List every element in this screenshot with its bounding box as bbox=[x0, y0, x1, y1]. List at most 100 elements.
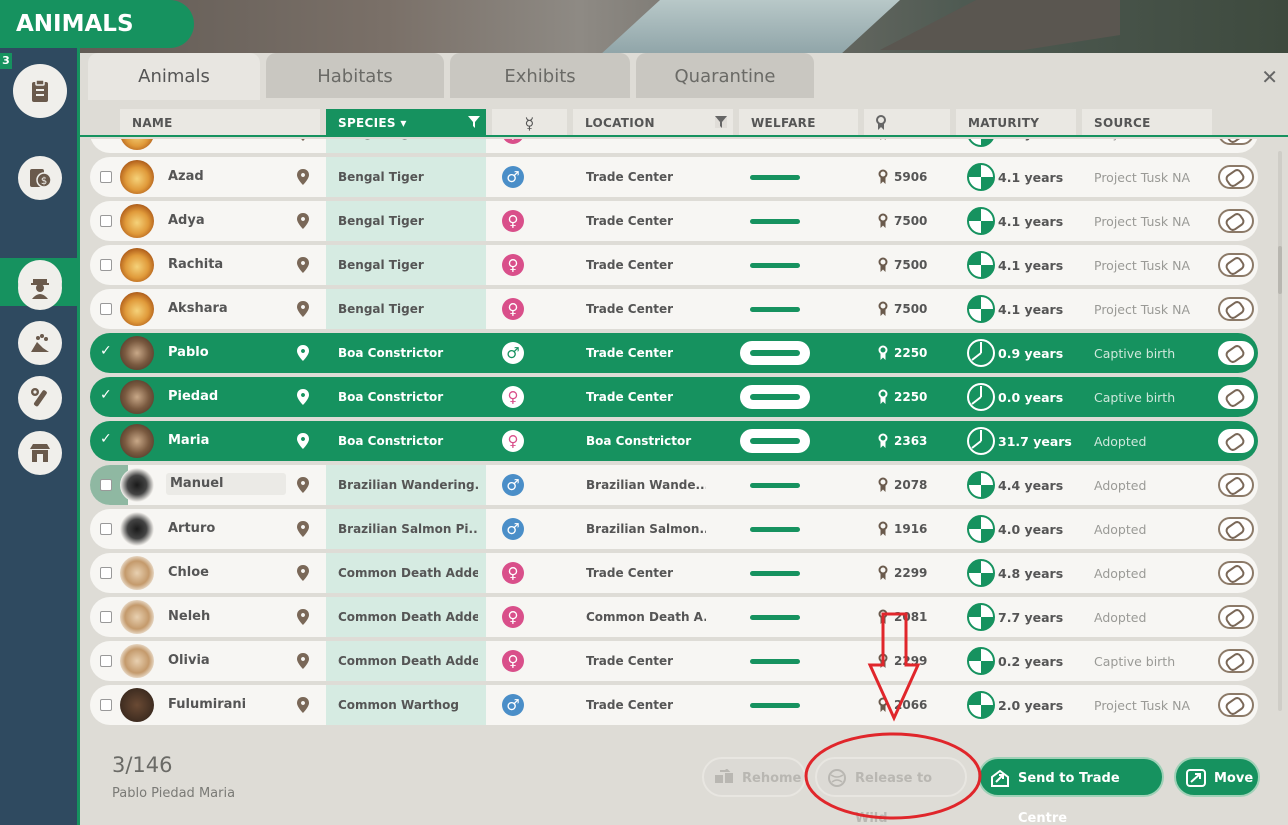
maturity-age: 4.1 years bbox=[998, 214, 1064, 229]
medicine-pill-button[interactable] bbox=[1218, 693, 1254, 717]
medicine-pill-button[interactable] bbox=[1218, 605, 1254, 629]
send-to-trade-centre-button[interactable]: Send to Trade Centre bbox=[978, 757, 1164, 825]
location-pin-icon[interactable] bbox=[296, 139, 310, 141]
filter-icon[interactable] bbox=[715, 116, 727, 128]
medicine-pill-button[interactable] bbox=[1218, 429, 1254, 453]
medicine-pill-button[interactable] bbox=[1218, 561, 1254, 585]
scrollbar-thumb[interactable] bbox=[1278, 246, 1282, 294]
medicine-pill-button[interactable] bbox=[1218, 517, 1254, 541]
row-checkbox[interactable]: ✓ bbox=[100, 387, 112, 403]
rehome-button[interactable]: Rehome bbox=[702, 757, 806, 797]
location-pin-icon[interactable] bbox=[296, 697, 310, 713]
maintenance-button[interactable] bbox=[18, 376, 62, 420]
location-pin-icon[interactable] bbox=[296, 345, 310, 361]
table-row[interactable]: Olivia Common Death Adder ♀ Trade Center 229… bbox=[90, 641, 1258, 681]
location-pin-icon[interactable] bbox=[296, 213, 310, 229]
location-pin-icon[interactable] bbox=[296, 389, 310, 405]
animal-care-button[interactable] bbox=[18, 321, 62, 365]
medicine-pill-button[interactable] bbox=[1218, 209, 1254, 233]
row-checkbox[interactable] bbox=[100, 215, 112, 227]
shop-button[interactable] bbox=[18, 431, 62, 475]
tab-habitats[interactable]: Habitats bbox=[266, 53, 444, 98]
ribbon-icon bbox=[878, 213, 888, 228]
animal-source: Project Tusk NA bbox=[1094, 258, 1191, 273]
animal-value: 7500 bbox=[894, 214, 928, 228]
scrollbar[interactable] bbox=[1278, 151, 1282, 711]
animal-thumbnail bbox=[120, 424, 154, 458]
table-row[interactable]: Neleh Common Death Adder ♀ Common Death A..… bbox=[90, 597, 1258, 637]
table-row[interactable]: Rachita Bengal Tiger ♀ Trade Center 7500 4.1 … bbox=[90, 245, 1258, 285]
finance-button[interactable]: $ bbox=[18, 156, 62, 200]
medicine-pill-button[interactable] bbox=[1218, 139, 1254, 145]
column-header-value[interactable] bbox=[864, 109, 950, 136]
welfare-bar bbox=[750, 571, 800, 576]
table-row[interactable]: ✓ Pablo Boa Constrictor ♂ Trade Center 2250 0.… bbox=[90, 333, 1258, 373]
row-checkbox[interactable] bbox=[100, 655, 112, 667]
female-icon: ♀ bbox=[502, 210, 524, 232]
location-pin-icon[interactable] bbox=[296, 257, 310, 273]
release-to-wild-button[interactable]: Release to Wild bbox=[815, 757, 967, 825]
table-row[interactable]: Adya Bengal Tiger ♀ Trade Center 7500 4.1 yea… bbox=[90, 201, 1258, 241]
tab-animals[interactable]: Animals bbox=[88, 53, 260, 100]
column-header-sex[interactable]: ☿ bbox=[492, 109, 567, 136]
row-checkbox[interactable] bbox=[100, 567, 112, 579]
animal-value: 2066 bbox=[894, 698, 928, 712]
medicine-pill-button[interactable] bbox=[1218, 297, 1254, 321]
table-row[interactable]: Manuel Brazilian Wandering... ♂ Brazilian W… bbox=[90, 465, 1258, 505]
location-pin-icon[interactable] bbox=[296, 565, 310, 581]
location-pin-icon[interactable] bbox=[296, 521, 310, 537]
column-header-location[interactable]: LOCATION bbox=[573, 109, 733, 136]
row-checkbox[interactable]: ✓ bbox=[100, 431, 112, 447]
animal-name[interactable]: Manuel bbox=[166, 473, 286, 495]
medicine-pill-button[interactable] bbox=[1218, 385, 1254, 409]
row-checkbox[interactable] bbox=[100, 523, 112, 535]
filter-icon[interactable] bbox=[468, 116, 480, 128]
medicine-pill-button[interactable] bbox=[1218, 341, 1254, 365]
table-row[interactable]: Akshara Bengal Tiger ♀ Trade Center 7500 4.1 … bbox=[90, 289, 1258, 329]
animal-thumbnail bbox=[120, 204, 154, 238]
location-pin-icon[interactable] bbox=[296, 609, 310, 625]
row-checkbox[interactable] bbox=[100, 479, 112, 491]
move-button[interactable]: Move bbox=[1174, 757, 1260, 797]
staff-button[interactable] bbox=[18, 266, 62, 310]
location-pin-icon[interactable] bbox=[296, 477, 310, 493]
table-row[interactable]: ✓ Maria Boa Constrictor ♀ Boa Constrictor 236… bbox=[90, 421, 1258, 461]
column-header-maturity[interactable]: MATURITY bbox=[956, 109, 1076, 136]
row-checkbox[interactable] bbox=[100, 259, 112, 271]
medicine-pill-button[interactable] bbox=[1218, 253, 1254, 277]
column-header-name[interactable]: NAME bbox=[120, 109, 320, 136]
tab-quarantine[interactable]: Quarantine bbox=[636, 53, 814, 98]
medicine-pill-button[interactable] bbox=[1218, 649, 1254, 673]
column-header-source[interactable]: SOURCE bbox=[1082, 109, 1212, 136]
row-checkbox[interactable] bbox=[100, 303, 112, 315]
female-icon: ♀ bbox=[502, 298, 524, 320]
table-row[interactable]: Vaishnavi Bengal Tiger ♀ Trade Center 5906 4.… bbox=[90, 139, 1258, 153]
welfare-bar bbox=[750, 483, 800, 488]
row-checkbox[interactable]: ✓ bbox=[100, 343, 112, 359]
row-checkbox[interactable] bbox=[100, 611, 112, 623]
location-pin-icon[interactable] bbox=[296, 433, 310, 449]
table-row[interactable]: Azad Bengal Tiger ♂ Trade Center 5906 4.1 yea… bbox=[90, 157, 1258, 197]
species-name: Boa Constrictor bbox=[338, 434, 444, 448]
medicine-pill-button[interactable] bbox=[1218, 165, 1254, 189]
animal-list[interactable]: Vaishnavi Bengal Tiger ♀ Trade Center 5906 4.… bbox=[80, 139, 1278, 771]
row-checkbox[interactable] bbox=[100, 699, 112, 711]
table-row[interactable]: ✓ Piedad Boa Constrictor ♀ Trade Center 2250 0… bbox=[90, 377, 1258, 417]
location-pin-icon[interactable] bbox=[296, 169, 310, 185]
table-row[interactable]: Fulumirani Common Warthog ♂ Trade Center 206… bbox=[90, 685, 1258, 725]
table-row[interactable]: Chloe Common Death Adder ♀ Trade Center 2299… bbox=[90, 553, 1258, 593]
close-icon[interactable]: ✕ bbox=[1261, 65, 1278, 89]
medicine-pill-button[interactable] bbox=[1218, 473, 1254, 497]
location-pin-icon[interactable] bbox=[296, 653, 310, 669]
column-header-species[interactable]: SPECIES ▾ bbox=[326, 109, 486, 136]
animal-name: Fulumirani bbox=[168, 697, 247, 712]
row-checkbox[interactable] bbox=[100, 171, 112, 183]
table-row[interactable]: Arturo Brazilian Salmon Pi... ♂ Brazilian S… bbox=[90, 509, 1258, 549]
clipboard-button[interactable] bbox=[13, 64, 67, 118]
column-header-welfare[interactable]: WELFARE bbox=[739, 109, 858, 136]
maturity-clock-icon bbox=[968, 139, 994, 147]
species-name: Bengal Tiger bbox=[338, 214, 424, 228]
tab-exhibits[interactable]: Exhibits bbox=[450, 53, 630, 98]
location-pin-icon[interactable] bbox=[296, 301, 310, 317]
maturity-age: 0.9 years bbox=[998, 346, 1064, 361]
